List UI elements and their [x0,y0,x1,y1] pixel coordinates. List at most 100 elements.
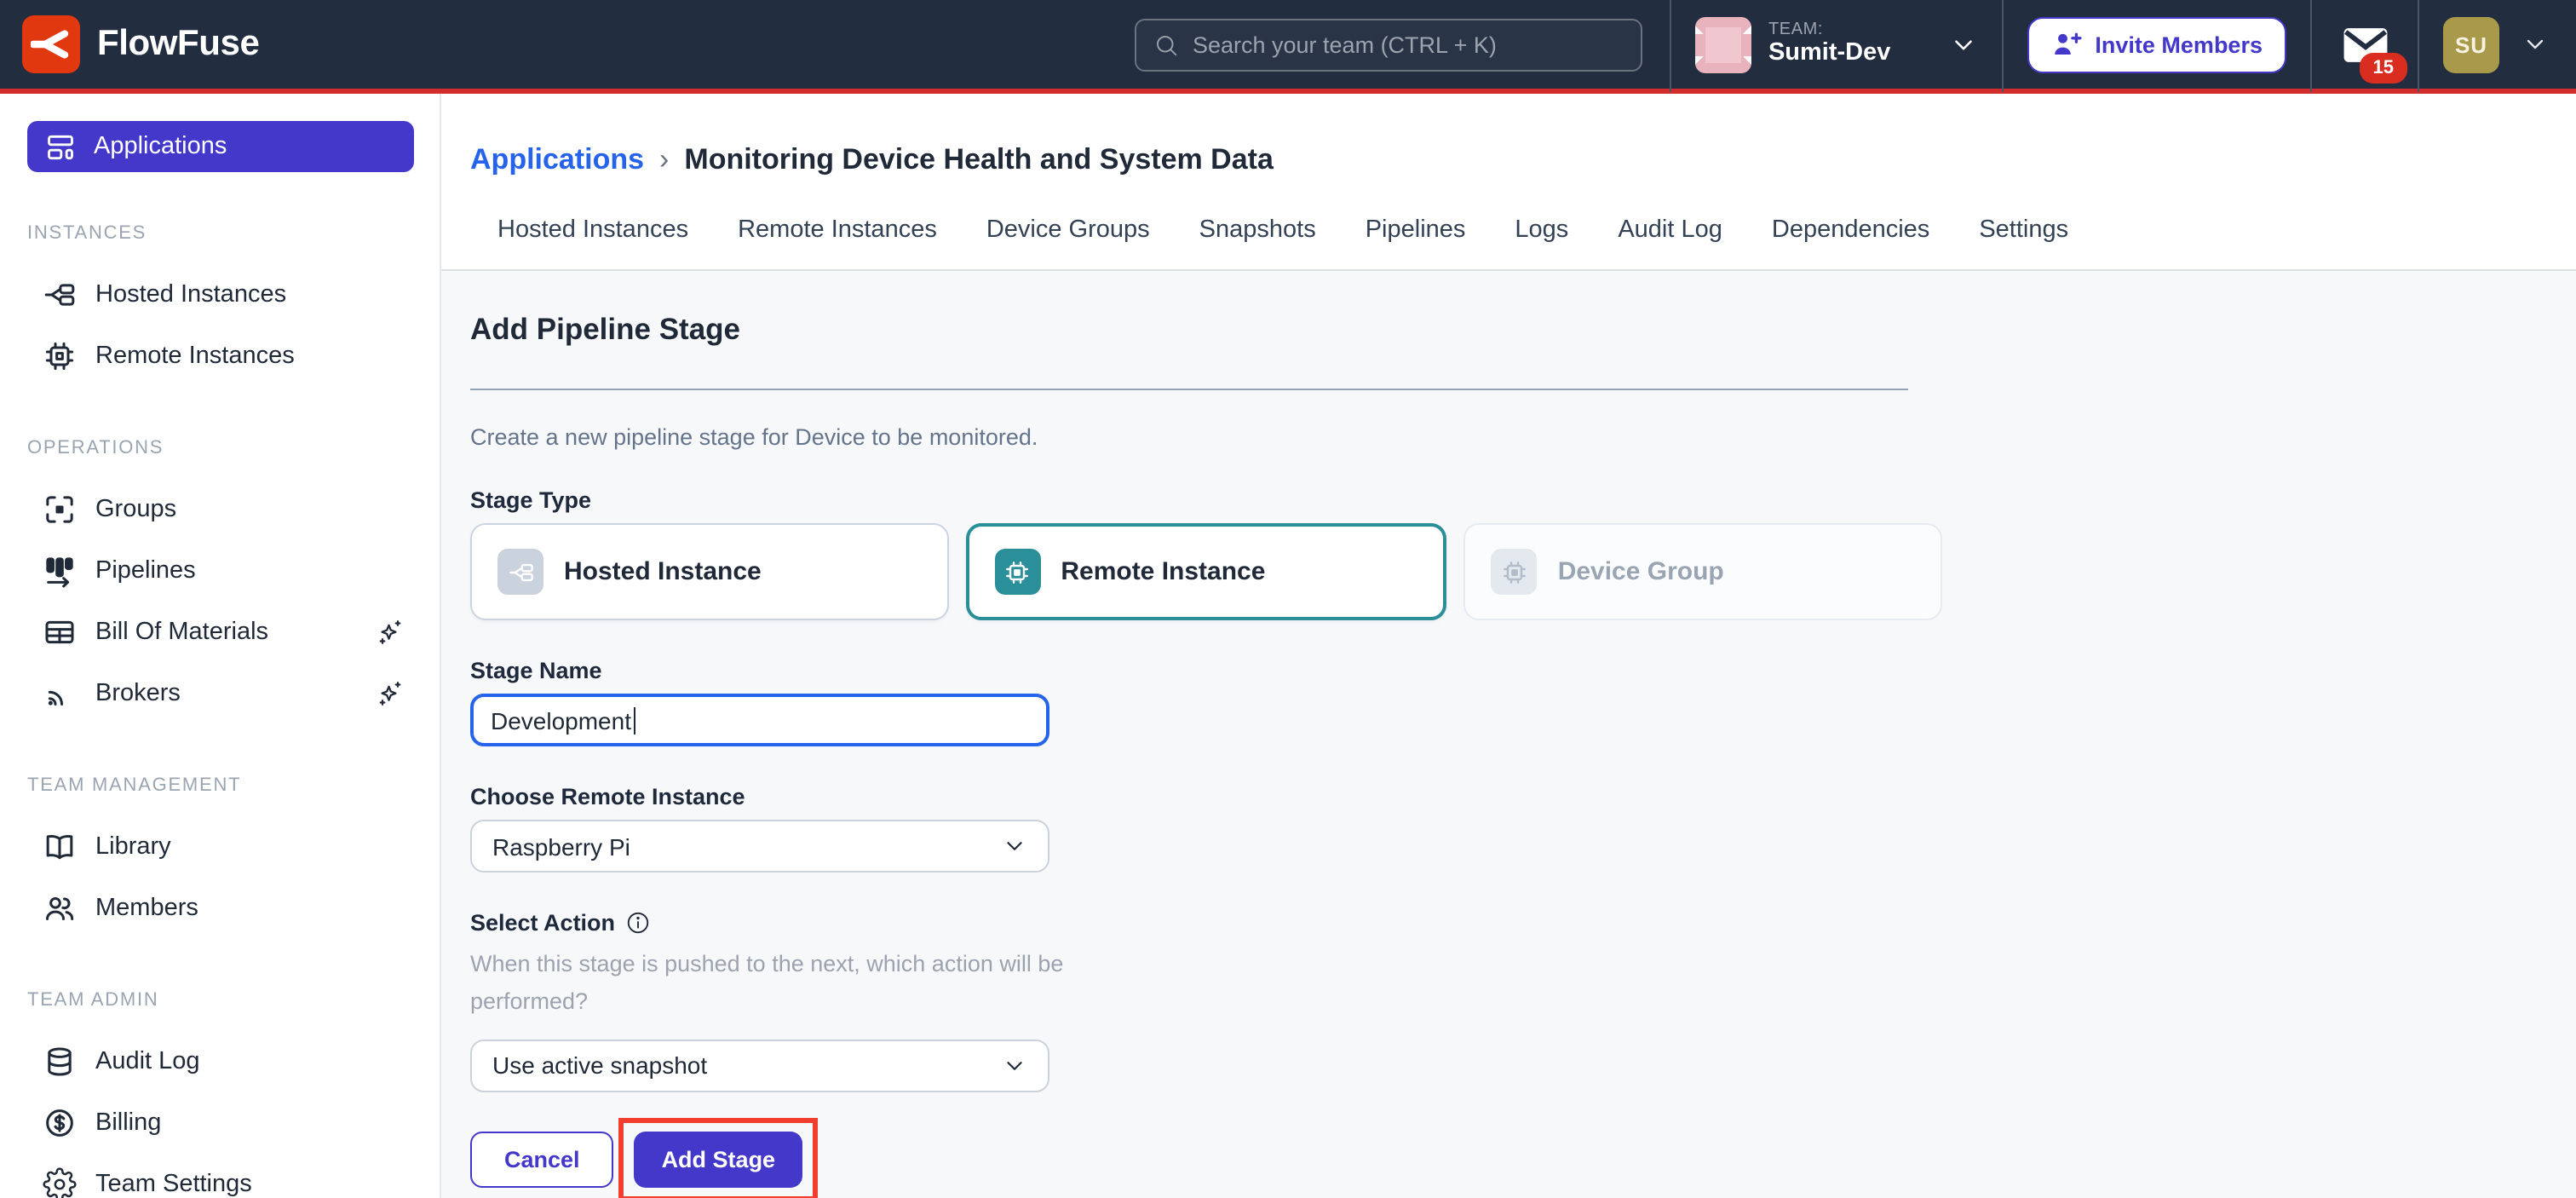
groups-icon [43,492,77,527]
stage-name-label: Stage Name [470,658,2576,683]
sparkles-icon [375,678,405,709]
stage-name-input[interactable]: Development [470,694,1049,746]
sidebar-item-label: Pipelines [95,557,196,585]
select-action-label: Select Action [470,910,2576,936]
sidebar-item-label: Team Settings [95,1171,252,1198]
team-search[interactable] [1135,18,1642,71]
chevron-down-icon [2521,31,2549,58]
form-actions: Cancel Add Stage [470,1117,2576,1198]
search-input[interactable] [1193,32,1624,57]
flowfuse-logo-icon [22,15,80,73]
select-action-label-text: Select Action [470,910,615,936]
form-title: Add Pipeline Stage [470,312,2576,348]
sidebar-item-bill-of-materials[interactable]: Bill Of Materials [0,602,440,663]
sidebar-item-groups[interactable]: Groups [0,479,440,540]
sidebar-item-label: Members [95,895,198,922]
breadcrumb-separator: › [659,143,669,177]
stage-name-value: Development [491,706,631,734]
sidebar-item-label: Groups [95,496,176,523]
sidebar-section-instances: INSTANCES [27,223,440,244]
tab-remote-instances[interactable]: Remote Instances [738,216,937,247]
billing-dollar-icon [43,1106,77,1140]
tab-snapshots[interactable]: Snapshots [1199,216,1316,247]
sidebar-section-operations: OPERATIONS [27,438,440,458]
select-action-help: When this stage is pushed to the next, w… [470,946,1135,1022]
user-plus-icon [2050,29,2081,60]
page-title: Monitoring Device Health and System Data [684,143,1274,177]
brand-name: FlowFuse [97,24,260,65]
form-description: Create a new pipeline stage for Device t… [470,424,2576,450]
notifications-button[interactable]: 15 [2312,26,2418,62]
breadcrumb: Applications › Monitoring Device Health … [470,138,2549,182]
action-value: Use active snapshot [492,1051,707,1079]
team-selector[interactable]: TEAM: Sumit-Dev [1671,16,2001,72]
library-book-icon [43,830,77,864]
sidebar-item-label: Applications [94,133,227,160]
invite-members-button[interactable]: Invite Members [2027,16,2286,72]
info-icon[interactable] [625,910,651,936]
sidebar-section-team-management: TEAM MANAGEMENT [27,775,440,796]
tab-hosted-instances[interactable]: Hosted Instances [497,216,688,247]
add-pipeline-stage-panel: Add Pipeline Stage Create a new pipeline… [441,271,2576,1198]
sidebar-item-billing[interactable]: Billing [0,1092,440,1154]
sidebar-item-audit-log[interactable]: Audit Log [0,1031,440,1092]
tab-settings[interactable]: Settings [1979,216,2068,247]
sidebar-item-pipelines[interactable]: Pipelines [0,540,440,602]
sidebar-item-remote-instances[interactable]: Remote Instances [0,325,440,387]
text-cursor [633,706,635,734]
chevron-down-icon [1002,1052,1027,1078]
stage-type-device-group: Device Group [1464,523,1942,620]
gear-icon [43,1167,77,1198]
team-label: TEAM: [1768,20,1890,40]
divider [470,389,1908,390]
stage-type-remote-instance[interactable]: Remote Instance [965,523,1446,620]
remote-instance-value: Raspberry Pi [492,832,630,860]
sidebar-item-library[interactable]: Library [0,816,440,878]
remote-instance-select[interactable]: Raspberry Pi [470,820,1049,873]
sidebar-item-label: Hosted Instances [95,281,286,308]
sidebar-item-members[interactable]: Members [0,878,440,939]
broker-rss-icon [43,677,77,711]
remote-instance-icon [43,339,77,373]
sidebar-item-label: Brokers [95,680,181,707]
action-select[interactable]: Use active snapshot [470,1039,1049,1091]
stage-type-hosted-instance[interactable]: Hosted Instance [470,523,948,620]
top-navbar: FlowFuse TEAM: Sumit-Dev Invite Memb [0,0,2576,94]
main-area: Applications › Monitoring Device Health … [441,94,2576,1198]
tab-audit-log[interactable]: Audit Log [1618,216,1722,247]
sidebar-item-brokers[interactable]: Brokers [0,663,440,724]
sidebar-item-team-settings[interactable]: Team Settings [0,1154,440,1198]
user-avatar: SU [2443,16,2499,72]
database-icon [43,1045,77,1079]
breadcrumb-applications-link[interactable]: Applications [470,143,644,177]
annotation-highlight: Add Stage [619,1117,819,1198]
members-icon [43,891,77,925]
tab-logs[interactable]: Logs [1515,216,1568,247]
sidebar-item-label: Audit Log [95,1048,200,1075]
app-window: FlowFuse TEAM: Sumit-Dev Invite Memb [0,0,2576,1198]
device-group-icon [1492,549,1538,595]
cancel-button[interactable]: Cancel [470,1131,614,1187]
hosted-instance-icon [497,549,543,595]
sidebar-item-label: Library [95,833,171,861]
chevron-down-icon [1002,833,1027,859]
tab-pipelines[interactable]: Pipelines [1366,216,1466,247]
tab-device-groups[interactable]: Device Groups [986,216,1150,247]
tab-dependencies[interactable]: Dependencies [1772,216,1929,247]
search-icon [1153,32,1179,57]
team-name: Sumit-Dev [1768,40,1890,68]
hosted-instance-icon [43,278,77,312]
flowfuse-logo[interactable]: FlowFuse [22,15,260,73]
sidebar-item-applications[interactable]: Applications [27,121,414,172]
notification-count-badge: 15 [2360,52,2408,83]
chevron-down-icon [1948,30,1977,59]
sparkles-icon [375,617,405,648]
user-menu[interactable]: SU [2419,16,2576,72]
sidebar-item-label: Remote Instances [95,343,295,370]
sidebar-item-hosted-instances[interactable]: Hosted Instances [0,264,440,325]
stage-type-option-label: Hosted Instance [564,557,762,586]
add-stage-button[interactable]: Add Stage [635,1131,803,1187]
applications-icon [44,130,77,163]
invite-members-label: Invite Members [2095,32,2263,57]
navbar-divider [2001,0,2003,91]
